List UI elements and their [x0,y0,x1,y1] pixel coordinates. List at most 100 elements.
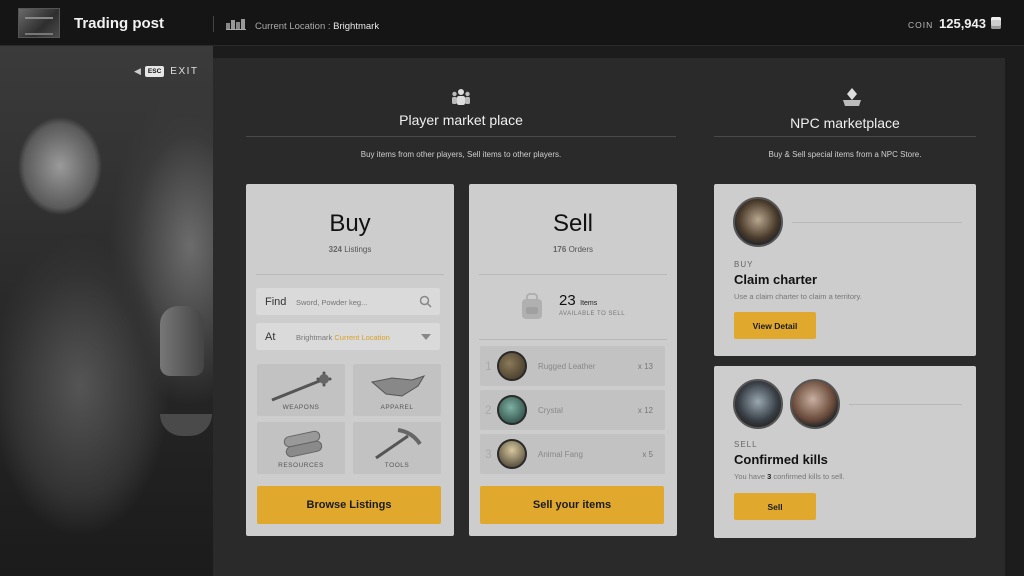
market-panel: Player market place Buy items from other… [213,58,1005,576]
page-title: Trading post [74,15,164,32]
available-count: 23 [559,292,576,309]
animal-fang-icon [497,439,527,469]
npc-market-title: NPC marketplace [790,115,900,131]
item-quantity: x 13 [637,362,653,371]
coin-balance: 125,943 [939,16,986,31]
player-market-divider [246,136,676,137]
pickaxe-icon [375,428,422,460]
buy-title: Buy [329,210,371,237]
item-name: Rugged Leather [538,362,596,371]
sell-divider-bottom [479,339,667,340]
bowl-shape [160,414,212,436]
rugged-leather-icon [497,351,527,381]
category-weapons-label: WEAPONS [282,404,320,411]
category-apparel-label: APPAREL [380,404,414,411]
player-market-heading: Player market place [246,112,676,128]
coin-stack-icon [991,17,1001,29]
crystal-icon [497,395,527,425]
npc-store-icon [843,88,861,106]
npc-market-description: Buy & Sell special items from a NPC Stor… [768,150,922,159]
charter-title: Claim charter [734,272,818,287]
charter-description: Use a claim charter to claim a territory… [734,292,862,301]
category-apparel[interactable]: APPAREL [353,364,441,416]
sell-item-row[interactable]: 3 Animal Fang x 5 [480,434,665,474]
sell-your-items-button[interactable]: Sell your items [480,486,664,524]
location-value: Brightmark [333,21,380,32]
chevron-left-icon: ◀ [134,66,141,76]
kills-divider [849,404,962,405]
coin-label: COIN [908,20,934,30]
orders-number: 176 [552,245,567,254]
category-weapons[interactable]: WEAPONS [257,364,345,416]
search-input[interactable] [296,294,416,310]
category-tools[interactable]: TOOLS [353,422,441,474]
item-index: 2 [485,403,492,417]
category-tools-label: TOOLS [384,462,410,469]
kills-description-post: confirmed kills to sell. [771,472,845,481]
search-icon[interactable] [419,295,432,308]
confirmed-kills-card: SELL Confirmed kills You have 3 confirme… [714,366,976,538]
location-select-value: Brightmark Current Location [296,333,416,349]
find-search-field[interactable]: Find [256,288,440,315]
charter-kicker: BUY [734,260,754,269]
npc-market-divider [714,136,976,137]
item-index: 1 [485,359,492,373]
listings-label: Listings [344,245,372,254]
available-items: 23 Items [559,292,597,310]
listings-number: 324 [328,245,342,254]
player-market-title: Player market place [399,112,523,128]
kills-title: Confirmed kills [734,452,828,467]
category-resources[interactable]: RESOURCES [257,422,345,474]
sell-item-row[interactable]: 1 Rugged Leather x 13 [480,346,665,386]
logs-icon [283,430,323,458]
town-icon [226,19,246,30]
view-detail-button[interactable]: View Detail [734,312,816,339]
item-quantity: x 5 [642,450,653,459]
orders-label: Orders [568,245,594,254]
item-name: Animal Fang [538,450,583,459]
available-unit: Items [580,300,598,307]
header-divider [213,16,214,32]
npc-market-heading: NPC marketplace [714,115,976,131]
buy-listings-count: 324 Listings [246,245,454,254]
sell-item-row[interactable]: 2 Crystal x 12 [480,390,665,430]
sell-divider-top [479,274,667,275]
shield-icon [790,379,840,429]
trading-post-thumbnail [18,8,60,38]
player-market-description: Buy items from other players, Sell items… [360,150,562,159]
location-select-town: Brightmark [296,333,333,342]
sell-title: Sell [552,210,594,237]
kills-kicker: SELL [734,440,758,449]
buy-card: Buy 324 Listings Find At Brightmark Curr… [246,184,454,536]
browse-listings-button[interactable]: Browse Listings [257,486,441,524]
category-resources-label: RESOURCES [278,462,324,469]
players-icon [452,89,470,105]
spear-icon [733,379,783,429]
mace-icon [271,371,332,402]
esc-key-badge: ESC [144,66,165,77]
backpack-icon [522,293,542,319]
charter-divider [792,222,962,223]
at-label: At [265,331,276,343]
location-label: Current Location : [255,21,334,32]
sell-orders-count: 176 Orders [469,245,677,254]
character-artwork [0,46,213,576]
kills-description: You have 3 confirmed kills to sell. [734,472,845,481]
cloth-icon [370,375,426,397]
current-location: Current Location : Brightmark [255,21,379,32]
top-bar: Trading post Current Location : Brightma… [0,0,1024,46]
current-location-highlight: Current Location [334,333,390,342]
item-index: 3 [485,447,492,461]
pot-shape [160,306,204,376]
exit-button[interactable]: ◀ ESC EXIT [134,66,199,77]
item-name: Crystal [538,406,563,415]
item-quantity: x 12 [637,406,653,415]
claim-charter-card: BUY Claim charter Use a claim charter to… [714,184,976,356]
available-to-sell-label: AVAILABLE TO SELL [559,311,626,317]
exit-label: EXIT [170,66,199,77]
sell-kills-button[interactable]: Sell [734,493,816,520]
find-label: Find [265,296,287,308]
location-select[interactable]: At Brightmark Current Location [256,323,440,350]
sell-card: Sell 176 Orders 23 Items AVAILABLE TO SE… [469,184,677,536]
kills-description-pre: You have [734,472,768,481]
